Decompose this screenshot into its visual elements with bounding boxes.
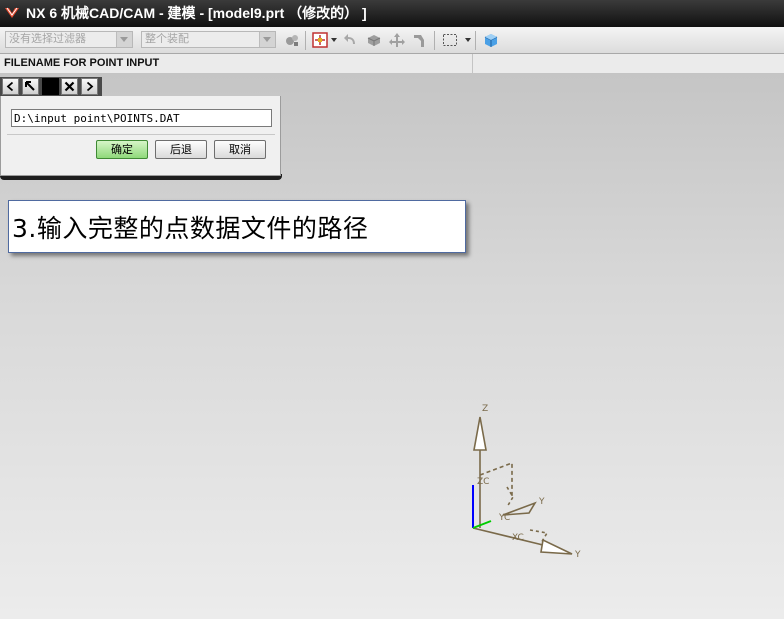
title-bar: NX 6 机械CAD/CAM - 建模 - [model9.prt （修改的） … bbox=[0, 0, 784, 27]
dialog-body: 确定 后退 取消 bbox=[0, 96, 281, 176]
ok-button[interactable]: 确定 bbox=[96, 140, 148, 159]
coordinate-triad-icon: Z ZC Y YC XC Y bbox=[472, 404, 581, 560]
triad-label-y: Y bbox=[538, 497, 545, 507]
cursor-button[interactable] bbox=[22, 78, 39, 95]
assembly-constraint-icon[interactable] bbox=[412, 32, 428, 48]
toolbar-separator bbox=[434, 31, 435, 50]
chevron-left-icon bbox=[6, 81, 14, 92]
blank-button[interactable] bbox=[42, 78, 59, 95]
select-dropdown-icon[interactable] bbox=[465, 38, 471, 42]
window-title: NX 6 机械CAD/CAM - 建模 - [model9.prt （修改的） … bbox=[26, 5, 367, 21]
triad-label-xc: XC bbox=[512, 533, 524, 543]
cursor-arrow-icon bbox=[25, 81, 35, 91]
annotation-text: 3.输入完整的点数据文件的路径 bbox=[12, 214, 369, 243]
forward-arrow-button[interactable] bbox=[81, 78, 98, 95]
toolbar-separator bbox=[305, 31, 306, 50]
toolbar: 没有选择过滤器 整个装配 bbox=[0, 27, 784, 54]
dialog-divider bbox=[7, 134, 275, 135]
cancel-button[interactable]: 取消 bbox=[214, 140, 266, 159]
back-arrow-button[interactable] bbox=[2, 78, 19, 95]
assembly-scope-combo[interactable]: 整个装配 bbox=[141, 31, 276, 48]
move-component-icon[interactable] bbox=[389, 32, 405, 48]
snap-dropdown-icon[interactable] bbox=[331, 38, 337, 42]
triad-label-zc: ZC bbox=[477, 477, 489, 487]
triad-label-yc: YC bbox=[498, 513, 510, 523]
close-button[interactable] bbox=[61, 78, 78, 95]
undo-icon[interactable] bbox=[343, 32, 359, 48]
toolbar-separator bbox=[475, 31, 476, 50]
point-file-dialog: 确定 后退 取消 bbox=[0, 77, 282, 180]
filter-settings-icon[interactable] bbox=[284, 32, 300, 48]
selection-filter-combo[interactable]: 没有选择过滤器 bbox=[5, 31, 133, 48]
annotation-callout: 3.输入完整的点数据文件的路径 bbox=[8, 200, 466, 253]
snap-point-icon[interactable] bbox=[312, 32, 328, 48]
selection-filter-value: 没有选择过滤器 bbox=[9, 33, 86, 45]
cue-line-divider bbox=[472, 54, 473, 74]
triad-label-x: Y bbox=[574, 550, 581, 560]
close-icon bbox=[64, 81, 75, 92]
solid-body-icon[interactable] bbox=[366, 32, 382, 48]
dialog-header bbox=[0, 77, 102, 96]
assembly-scope-value: 整个装配 bbox=[145, 33, 189, 45]
chevron-down-icon[interactable] bbox=[259, 32, 275, 47]
file-path-input[interactable] bbox=[11, 109, 272, 127]
chevron-right-icon bbox=[86, 81, 94, 92]
chevron-down-icon[interactable] bbox=[116, 32, 132, 47]
triad-label-z: Z bbox=[482, 404, 488, 414]
cue-line-text: FILENAME FOR POINT INPUT bbox=[4, 57, 160, 69]
nx-logo-icon bbox=[5, 7, 19, 18]
rectangle-select-icon[interactable] bbox=[442, 32, 458, 48]
back-button[interactable]: 后退 bbox=[155, 140, 207, 159]
cue-line: FILENAME FOR POINT INPUT bbox=[0, 54, 784, 74]
wcs-axes bbox=[472, 485, 492, 529]
part-view-icon[interactable] bbox=[483, 32, 499, 48]
